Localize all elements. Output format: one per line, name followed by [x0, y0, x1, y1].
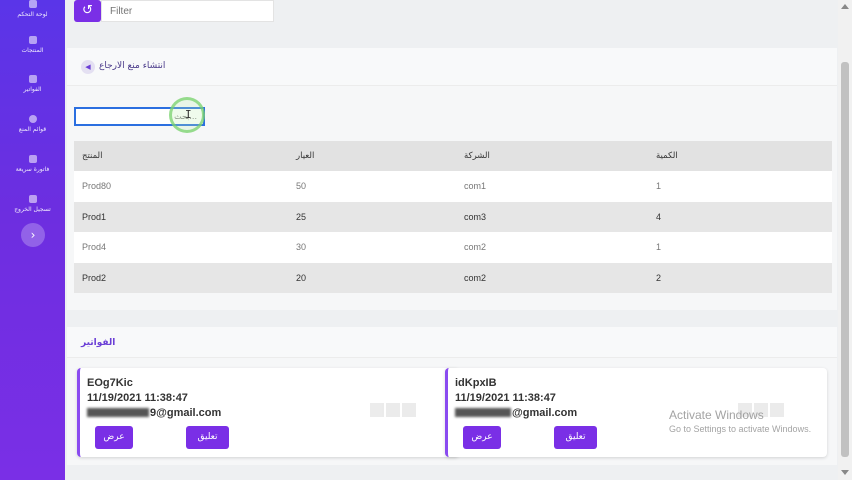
sidebar-item-logout[interactable]: تسجيل الخروج [0, 195, 65, 214]
chevron-left-icon: ◀ [85, 63, 91, 71]
invoice-id: idKpxIB [455, 377, 497, 389]
refresh-icon: ↺ [82, 3, 93, 18]
card-header: ◀ انتشاء منع الارجاع [67, 48, 837, 86]
chevron-right-icon: › [30, 228, 36, 242]
cell-product: Prod80 [74, 171, 288, 202]
activate-windows-watermark: Activate Windows Go to Settings to activ… [669, 408, 812, 434]
column-header-caliber[interactable]: العيار [288, 141, 456, 171]
logout-icon [28, 195, 37, 203]
products-table: المنتج العيار الشركة الكمية Prod80 50 co… [74, 141, 832, 293]
comment-invoice-button[interactable]: تعليق [186, 426, 229, 449]
view-invoice-button[interactable]: عرض [463, 426, 501, 449]
table-row[interactable]: Prod4 30 com2 1 [74, 232, 832, 263]
table-row[interactable]: Prod1 25 com3 4 [74, 201, 832, 232]
cell-quantity: 4 [648, 201, 832, 232]
invoice-email: 9@gmail.com [87, 407, 221, 419]
cell-product: Prod2 [74, 262, 288, 293]
cell-quantity: 1 [648, 232, 832, 263]
sidebar-item-invoices[interactable]: الفواتير [0, 75, 65, 94]
cell-quantity: 2 [648, 262, 832, 293]
invoices-card: الفواتير EOg7Kic 11/19/2021 11:38:47 9@g… [67, 327, 837, 465]
invoice-item: EOg7Kic 11/19/2021 11:38:47 9@gmail.com … [77, 368, 459, 457]
sidebar-item-quick-invoice[interactable]: فاتورة سريعة [0, 155, 65, 174]
sidebar: لوحة التحكم المنتجات الفواتير قوائم المن… [0, 0, 65, 480]
invoice-date: 11/19/2021 11:38:47 [455, 392, 556, 404]
table-row[interactable]: Prod2 20 com2 2 [74, 262, 832, 293]
cell-company: com3 [456, 201, 648, 232]
table-row[interactable]: Prod80 50 com1 1 [74, 171, 832, 202]
invoice-date: 11/19/2021 11:38:47 [87, 392, 188, 404]
redacted-email [87, 408, 149, 417]
text-cursor-icon: I [185, 108, 192, 121]
invoice-email: @gmail.com [455, 407, 577, 419]
box-icon [28, 36, 37, 44]
sidebar-item-products[interactable]: المنتجات [0, 36, 65, 55]
invoices-header: الفواتير [67, 327, 837, 358]
column-header-quantity[interactable]: الكمية [648, 141, 832, 171]
redacted-email [455, 408, 511, 417]
invoices-title: الفواتير [81, 338, 116, 348]
sidebar-item-dashboard[interactable]: لوحة التحكم [0, 0, 65, 19]
user-icon [28, 115, 37, 123]
truck-watermark-icon [370, 402, 420, 422]
scrollbar-thumb[interactable] [841, 62, 849, 457]
cell-company: com2 [456, 232, 648, 263]
sidebar-toggle-button[interactable]: › [21, 223, 45, 247]
back-button[interactable]: ◀ [81, 60, 95, 74]
invoice-id: EOg7Kic [87, 377, 133, 389]
sidebar-item-blocklists[interactable]: قوائم المنع [0, 115, 65, 134]
cell-caliber: 30 [288, 232, 456, 263]
dashboard-icon [28, 0, 37, 8]
cell-caliber: 50 [288, 171, 456, 202]
blocklist-card: ◀ انتشاء منع الارجاع I المنتج العيار الش… [67, 48, 837, 310]
cell-product: Prod4 [74, 232, 288, 263]
cell-quantity: 1 [648, 171, 832, 202]
scroll-down-icon[interactable] [841, 470, 849, 475]
cell-product: Prod1 [74, 201, 288, 232]
quick-invoice-icon [28, 155, 37, 163]
cell-caliber: 20 [288, 262, 456, 293]
cell-company: com1 [456, 171, 648, 202]
page-scrollbar[interactable] [838, 0, 852, 480]
filter-bar: ↺ [74, 0, 274, 22]
view-invoice-button[interactable]: عرض [95, 426, 133, 449]
page-title: انتشاء منع الارجاع [99, 61, 166, 71]
comment-invoice-button[interactable]: تعليق [554, 426, 597, 449]
scroll-up-icon[interactable] [841, 4, 849, 9]
column-header-product[interactable]: المنتج [74, 141, 288, 171]
table-header-row: المنتج العيار الشركة الكمية [74, 141, 832, 171]
refresh-button[interactable]: ↺ [74, 0, 101, 22]
invoice-icon [28, 75, 37, 83]
filter-input[interactable] [101, 0, 274, 22]
cell-caliber: 25 [288, 201, 456, 232]
cell-company: com2 [456, 262, 648, 293]
column-header-company[interactable]: الشركة [456, 141, 648, 171]
